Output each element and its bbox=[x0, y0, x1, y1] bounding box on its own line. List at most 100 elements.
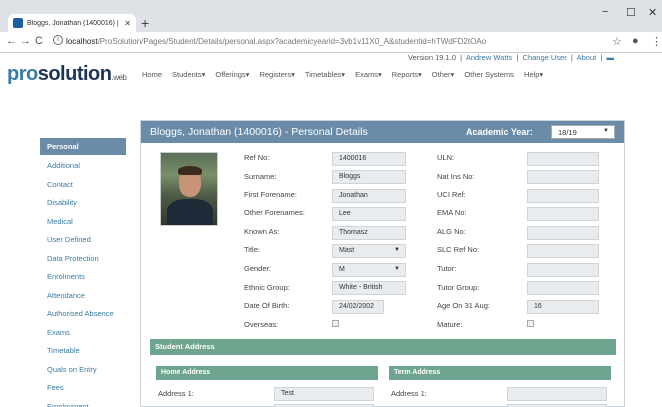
sidebar-item-employment[interactable]: Employment bbox=[40, 398, 126, 407]
home-address1-field[interactable]: Test bbox=[274, 387, 374, 401]
version-text: Version 19.1.0 bbox=[408, 53, 456, 62]
mature-label: Mature: bbox=[437, 320, 463, 329]
ethnic-group-field[interactable]: White - British bbox=[332, 281, 406, 295]
overseas-label: Overseas: bbox=[244, 320, 279, 329]
nav-timetables[interactable]: Timetables▾ bbox=[305, 70, 345, 79]
sidebar-item-enrolments[interactable]: Enrolments bbox=[40, 268, 126, 287]
alg-no-label: ALG No: bbox=[437, 227, 466, 236]
chevron-down-icon: ▼ bbox=[394, 247, 400, 253]
slc-ref-no-label: SLC Ref No: bbox=[437, 245, 480, 254]
nav-other[interactable]: Other▾ bbox=[432, 70, 455, 79]
home-address-header: Home Address bbox=[156, 366, 378, 380]
site-info-icon[interactable]: i bbox=[53, 35, 63, 45]
sidebar-item-quals-on-entry[interactable]: Quals on Entry bbox=[40, 361, 126, 380]
chevron-down-icon: ▼ bbox=[603, 128, 609, 134]
uci-ref-field[interactable] bbox=[527, 189, 599, 203]
change-user-link[interactable]: Change User bbox=[523, 53, 567, 62]
sidebar-item-medical[interactable]: Medical bbox=[40, 213, 126, 232]
uln-field[interactable] bbox=[527, 152, 599, 166]
home-address1-label: Address 1: bbox=[158, 389, 194, 398]
date-of-birth-field[interactable]: 24/02/2002 bbox=[332, 300, 384, 314]
nat-ins-no-field[interactable] bbox=[527, 170, 599, 184]
collapse-icon[interactable]: ▬ bbox=[607, 53, 615, 62]
title-value: Mast bbox=[339, 247, 355, 254]
url-field[interactable]: localhost/ProSolution/Pages/Student/Deta… bbox=[66, 37, 486, 46]
term-address1-field[interactable] bbox=[507, 387, 607, 401]
sidebar-item-contact[interactable]: Contact bbox=[40, 176, 126, 195]
nav-students[interactable]: Students▾ bbox=[172, 70, 205, 79]
ethnic-group-label: Ethnic Group: bbox=[244, 283, 290, 292]
tutor-group-field[interactable] bbox=[527, 281, 599, 295]
surname-field[interactable]: Bloggs bbox=[332, 170, 406, 184]
academic-year-select[interactable]: 18/19 ▼ bbox=[551, 125, 615, 139]
sidebar-item-additional[interactable]: Additional bbox=[40, 157, 126, 176]
personal-details-panel: Bloggs, Jonathan (1400016) - Personal De… bbox=[140, 120, 625, 407]
bookmark-star-icon[interactable]: ☆ bbox=[612, 35, 622, 48]
sidebar-item-user-defined[interactable]: User Defined bbox=[40, 231, 126, 250]
term-address1-label: Address 1: bbox=[391, 389, 427, 398]
maximize-button[interactable]: ☐ bbox=[626, 6, 636, 19]
logo-pro: pro bbox=[7, 63, 38, 85]
known-as-field[interactable]: Thomasz bbox=[332, 226, 406, 240]
known-as-label: Known As: bbox=[244, 227, 280, 236]
url-host: localhost bbox=[66, 37, 98, 46]
ema-no-field[interactable] bbox=[527, 207, 599, 221]
browser-menu-icon[interactable]: ⋮ bbox=[651, 35, 662, 48]
tab-title: Bloggs, Jonathan (1400016) | Pro bbox=[27, 19, 122, 27]
uci-ref-label: UCI Ref: bbox=[437, 190, 466, 199]
panel-title: Bloggs, Jonathan (1400016) - Personal De… bbox=[150, 126, 368, 138]
nav-reports[interactable]: Reports▾ bbox=[392, 70, 422, 79]
app-logo[interactable]: prosolution.web bbox=[7, 63, 127, 86]
about-link[interactable]: About bbox=[577, 53, 597, 62]
browser-tab-bar: Bloggs, Jonathan (1400016) | Pro ✕ + − ☐… bbox=[0, 0, 662, 32]
age-on-31-aug-field[interactable]: 16 bbox=[527, 300, 599, 314]
nav-offerings[interactable]: Offerings▾ bbox=[215, 70, 249, 79]
first-forename-label: First Forename: bbox=[244, 190, 297, 199]
first-forename-field[interactable]: Jonathan bbox=[332, 189, 406, 203]
logo-main: solution bbox=[37, 63, 112, 85]
url-path: /ProSolution/Pages/Student/Details/perso… bbox=[97, 37, 487, 46]
sidebar-item-timetable[interactable]: Timetable bbox=[40, 342, 126, 361]
sidebar-item-data-protection[interactable]: Data Protection bbox=[40, 250, 126, 269]
nav-registers[interactable]: Registers▾ bbox=[259, 70, 294, 79]
forward-icon[interactable]: → bbox=[20, 35, 31, 47]
sidebar-item-disability[interactable]: Disability bbox=[40, 194, 126, 213]
title-select[interactable]: Mast ▼ bbox=[332, 244, 406, 258]
nav-other-systems[interactable]: Other Systems bbox=[464, 70, 514, 79]
nav-help[interactable]: Help▾ bbox=[524, 70, 543, 79]
nav-home[interactable]: Home bbox=[142, 70, 162, 79]
gender-select[interactable]: M ▼ bbox=[332, 263, 406, 277]
ref-no-label: Ref No: bbox=[244, 153, 270, 162]
student-address-header: Student Address bbox=[150, 339, 616, 355]
main-nav: Home Students▾ Offerings▾ Registers▾ Tim… bbox=[142, 70, 553, 79]
tutor-field[interactable] bbox=[527, 263, 599, 277]
minimize-button[interactable]: − bbox=[602, 6, 608, 18]
gender-label: Gender: bbox=[244, 264, 272, 273]
overseas-checkbox[interactable] bbox=[332, 320, 339, 327]
surname-label: Surname: bbox=[244, 172, 277, 181]
address-bar: ← → C i localhost/ProSolution/Pages/Stud… bbox=[0, 32, 662, 53]
other-forenames-field[interactable]: Lee bbox=[332, 207, 406, 221]
sidebar-item-personal[interactable]: Personal bbox=[40, 138, 126, 155]
mature-checkbox[interactable] bbox=[527, 320, 534, 327]
chevron-down-icon: ▼ bbox=[394, 266, 400, 272]
sidebar-item-exams[interactable]: Exams bbox=[40, 324, 126, 343]
student-sidebar: Personal Additional Contact Disability M… bbox=[40, 138, 126, 407]
new-tab-button[interactable]: + bbox=[141, 14, 149, 32]
favicon-icon bbox=[13, 18, 23, 28]
sidebar-item-authorised-absence[interactable]: Authorised Absence bbox=[40, 305, 126, 324]
sidebar-item-fees[interactable]: Fees bbox=[40, 379, 126, 398]
profile-icon[interactable]: ● bbox=[632, 35, 639, 47]
browser-tab[interactable]: Bloggs, Jonathan (1400016) | Pro ✕ bbox=[8, 14, 136, 32]
nav-exams[interactable]: Exams▾ bbox=[355, 70, 382, 79]
other-forenames-label: Other Forenames: bbox=[244, 208, 305, 217]
slc-ref-no-field[interactable] bbox=[527, 244, 599, 258]
close-window-button[interactable]: ✕ bbox=[648, 6, 657, 19]
reload-icon[interactable]: C bbox=[35, 35, 43, 47]
current-user-link[interactable]: Andrew Watts bbox=[466, 53, 512, 62]
tab-close-icon[interactable]: ✕ bbox=[124, 19, 131, 28]
back-icon[interactable]: ← bbox=[6, 35, 17, 47]
sidebar-item-attendance[interactable]: Attendance bbox=[40, 287, 126, 306]
ref-no-field[interactable]: 1400016 bbox=[332, 152, 406, 166]
alg-no-field[interactable] bbox=[527, 226, 599, 240]
